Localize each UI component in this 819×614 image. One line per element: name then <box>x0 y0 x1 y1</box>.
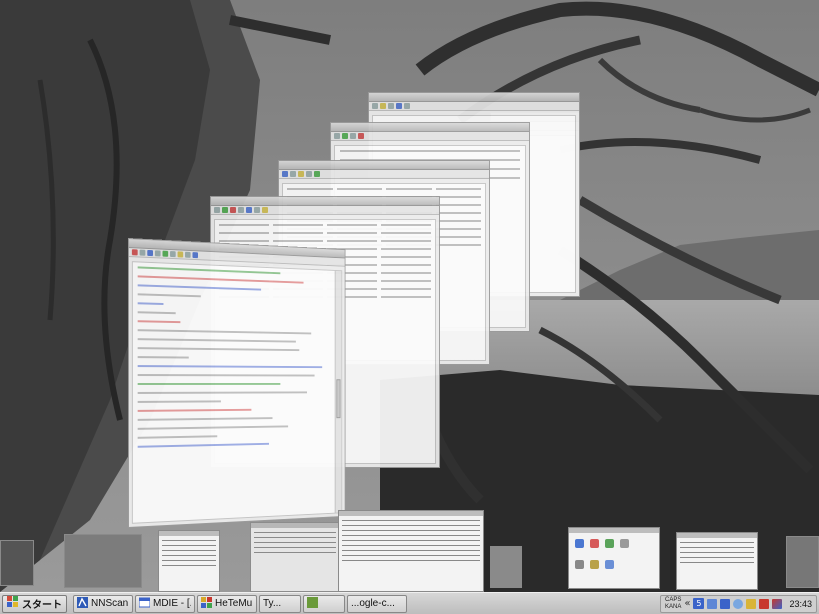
windows-logo-icon <box>7 596 19 611</box>
thumbnail-editor[interactable] <box>338 510 484 592</box>
caps-indicator: CAPS <box>665 596 682 603</box>
start-button[interactable]: スタート <box>2 594 67 613</box>
clock[interactable]: 23:43 <box>789 599 812 609</box>
kana-indicator: KANA <box>665 603 682 610</box>
window-editor-front[interactable] <box>128 238 346 528</box>
antivirus-icon[interactable] <box>759 598 770 609</box>
window-titlebar[interactable] <box>279 161 489 170</box>
thumbnail-window-3[interactable] <box>676 532 758 590</box>
network-scan-icon <box>77 596 88 611</box>
thumbnail-window-1[interactable] <box>158 530 220 592</box>
thumbnail-desktop[interactable] <box>64 534 142 588</box>
taskbar-item-label: ...ogle-c... <box>351 598 395 609</box>
chevron-left-icon[interactable]: « <box>684 598 690 609</box>
window-toolbar <box>369 102 579 111</box>
app-grid-icon <box>201 596 212 611</box>
taskbar-item-nnscan[interactable]: NNScan... <box>73 594 133 613</box>
taskbar-item-blank[interactable] <box>303 594 345 613</box>
editor-content[interactable] <box>131 261 343 524</box>
window-toolbar <box>331 132 529 141</box>
window-toolbar <box>279 170 489 179</box>
window-titlebar[interactable] <box>369 93 579 102</box>
taskbar-buttons: NNScan... MDIE - [... HeTeMu... Ty... ..… <box>73 594 407 613</box>
keyboard-state-indicator: CAPS KANA <box>665 597 681 611</box>
taskbar-item-label: HeTeMu... <box>215 598 253 609</box>
bluetooth-icon[interactable] <box>720 598 731 609</box>
app-icon <box>307 596 318 611</box>
code-lines <box>133 262 342 459</box>
editor-scrollbar[interactable] <box>334 270 342 513</box>
ime-number-badge[interactable]: 5 <box>693 598 705 609</box>
taskbar-item-label: MDIE - [... <box>153 598 191 609</box>
system-tray: CAPS KANA « 5 23:43 <box>660 594 817 613</box>
window-toolbar <box>211 206 439 215</box>
taskbar-item-google[interactable]: ...ogle-c... <box>347 594 407 613</box>
thumbnail-photo[interactable] <box>490 546 522 588</box>
browser-window-icon <box>138 597 151 611</box>
thumbnail-wallpaper[interactable] <box>0 540 34 586</box>
thumbnail-control-panel[interactable] <box>568 527 660 589</box>
security-shield-icon[interactable] <box>746 598 757 609</box>
start-label: スタート <box>22 600 62 611</box>
taskbar-item-ty[interactable]: Ty... <box>259 594 301 613</box>
taskbar-item-hetemu[interactable]: HeTeMu... <box>197 594 257 613</box>
thumbnail-wallpaper-right[interactable] <box>786 536 819 588</box>
thumbnail-window-2[interactable] <box>250 522 340 592</box>
taskbar-item-label: NNScan... <box>91 598 129 609</box>
taskbar-item-label: Ty... <box>263 598 282 609</box>
taskbar-item-mdie[interactable]: MDIE - [... <box>135 594 195 613</box>
taskbar: スタート NNScan... MDIE - [... HeTeMu... Ty.… <box>0 592 819 614</box>
network-icon[interactable] <box>707 598 718 609</box>
window-titlebar[interactable] <box>211 197 439 206</box>
pen-icon[interactable] <box>772 598 783 609</box>
globe-icon[interactable] <box>733 598 744 609</box>
window-titlebar[interactable] <box>331 123 529 132</box>
